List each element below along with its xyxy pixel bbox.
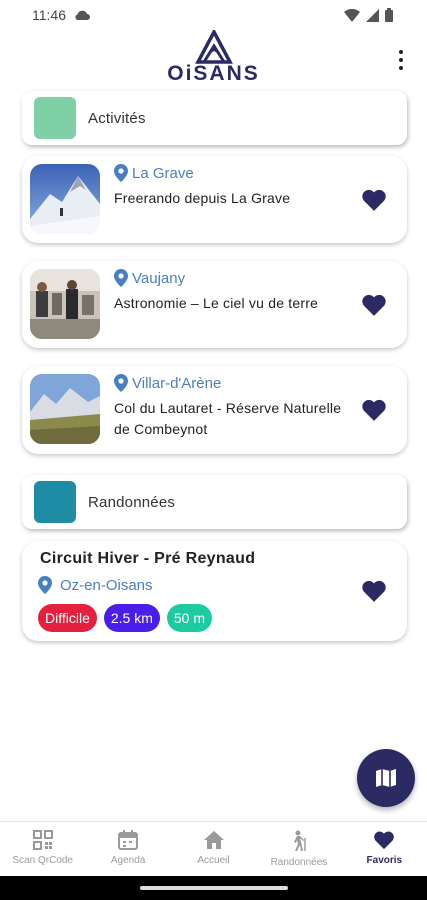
- activity-location: Vaujany: [114, 269, 354, 287]
- nav-item-agenda[interactable]: Agenda: [85, 822, 170, 876]
- hike-card[interactable]: Circuit Hiver - Pré Reynaud Oz-en-Oisans…: [22, 541, 407, 641]
- activity-location: Villar-d'Arène: [114, 374, 354, 392]
- menu-dot: [399, 58, 403, 62]
- hike-title: Circuit Hiver - Pré Reynaud: [40, 550, 256, 567]
- oisans-logo: OiSANS: [159, 30, 269, 88]
- activity-thumbnail: [30, 164, 100, 234]
- favorite-heart-icon[interactable]: [361, 293, 387, 317]
- nav-label: Favoris: [366, 855, 403, 866]
- location-pin-icon: [114, 374, 128, 392]
- nav-item-randonnees[interactable]: Randonnées: [256, 822, 341, 876]
- hike-location: Oz-en-Oisans: [38, 576, 153, 594]
- map-fab-button[interactable]: [357, 749, 415, 807]
- activity-description: Freerando depuis La Grave: [114, 190, 291, 206]
- mountain-logo-icon: [194, 30, 233, 64]
- location-label: Villar-d'Arène: [132, 374, 222, 392]
- gesture-navigation-bar: [0, 876, 427, 900]
- location-pin-icon: [114, 269, 128, 287]
- nav-item-accueil[interactable]: Accueil: [171, 822, 256, 876]
- activity-description: Col du Lautaret - Réserve Naturelle de C…: [114, 400, 342, 437]
- wifi-icon: [344, 8, 360, 22]
- location-label: La Grave: [132, 164, 194, 182]
- gesture-handle[interactable]: [139, 886, 288, 890]
- favorite-heart-icon[interactable]: [361, 188, 387, 212]
- location-pin-icon: [114, 164, 128, 182]
- heart-icon: [374, 831, 395, 850]
- logo-text: OiSANS: [167, 62, 260, 85]
- map-icon: [376, 769, 396, 787]
- location-pin-icon: [38, 576, 52, 594]
- home-icon: [203, 831, 224, 849]
- nav-item-scan-qrcode[interactable]: Scan QrCode: [0, 822, 85, 876]
- qr-code-icon: [32, 830, 53, 850]
- menu-dot: [399, 66, 403, 70]
- hiker-icon: [293, 830, 306, 851]
- nav-label: Randonnées: [270, 857, 328, 868]
- location-label: Oz-en-Oisans: [60, 576, 153, 594]
- activity-thumbnail: [30, 374, 100, 444]
- section-title: Randonnées: [88, 493, 176, 511]
- app-header: OiSANS: [0, 30, 427, 90]
- nav-label: Agenda: [110, 855, 146, 866]
- status-time: 11:46: [32, 7, 66, 23]
- nav-label: Accueil: [197, 855, 230, 866]
- signal-icon: [366, 8, 379, 22]
- activity-description: Astronomie – Le ciel vu de terre: [114, 295, 319, 311]
- favorite-heart-icon[interactable]: [361, 579, 387, 603]
- bottom-nav: Scan QrCode Agenda Accueil Randonnées Fa…: [0, 821, 427, 876]
- difficulty-badge: Difficile: [38, 604, 97, 632]
- status-right: [344, 8, 393, 22]
- section-header-randonnees[interactable]: Randonnées: [22, 475, 407, 529]
- activity-info: Villar-d'Arène Col du Lautaret - Réserve…: [114, 374, 354, 440]
- activites-swatch: [34, 97, 76, 139]
- menu-dot: [399, 50, 403, 54]
- location-label: Vaujany: [132, 269, 186, 287]
- activity-info: Vaujany Astronomie – Le ciel vu de terre: [114, 269, 354, 314]
- distance-badge: 2.5 km: [103, 604, 160, 632]
- section-header-activites[interactable]: Activités: [22, 91, 407, 145]
- activity-info: La Grave Freerando depuis La Grave: [114, 164, 354, 209]
- nav-label: Scan QrCode: [12, 855, 73, 866]
- elevation-badge: 50 m: [166, 604, 213, 632]
- status-left: 11:46: [32, 7, 90, 23]
- favorite-heart-icon[interactable]: [361, 398, 387, 422]
- activity-card[interactable]: Vaujany Astronomie – Le ciel vu de terre: [22, 261, 407, 348]
- activity-card[interactable]: Villar-d'Arène Col du Lautaret - Réserve…: [22, 366, 407, 454]
- calendar-icon: [118, 830, 139, 850]
- battery-icon: [385, 8, 393, 22]
- section-title: Activités: [88, 109, 146, 127]
- activity-card[interactable]: La Grave Freerando depuis La Grave: [22, 156, 407, 243]
- hike-tags: Difficile 2.5 km 50 m: [38, 604, 213, 632]
- overflow-menu-button[interactable]: [393, 48, 409, 72]
- activity-thumbnail: [30, 269, 100, 339]
- randonnees-swatch: [34, 481, 76, 523]
- nav-item-favoris[interactable]: Favoris: [342, 822, 427, 876]
- activity-location: La Grave: [114, 164, 354, 182]
- status-bar: 11:46: [0, 0, 427, 30]
- cloud-icon: [75, 10, 90, 20]
